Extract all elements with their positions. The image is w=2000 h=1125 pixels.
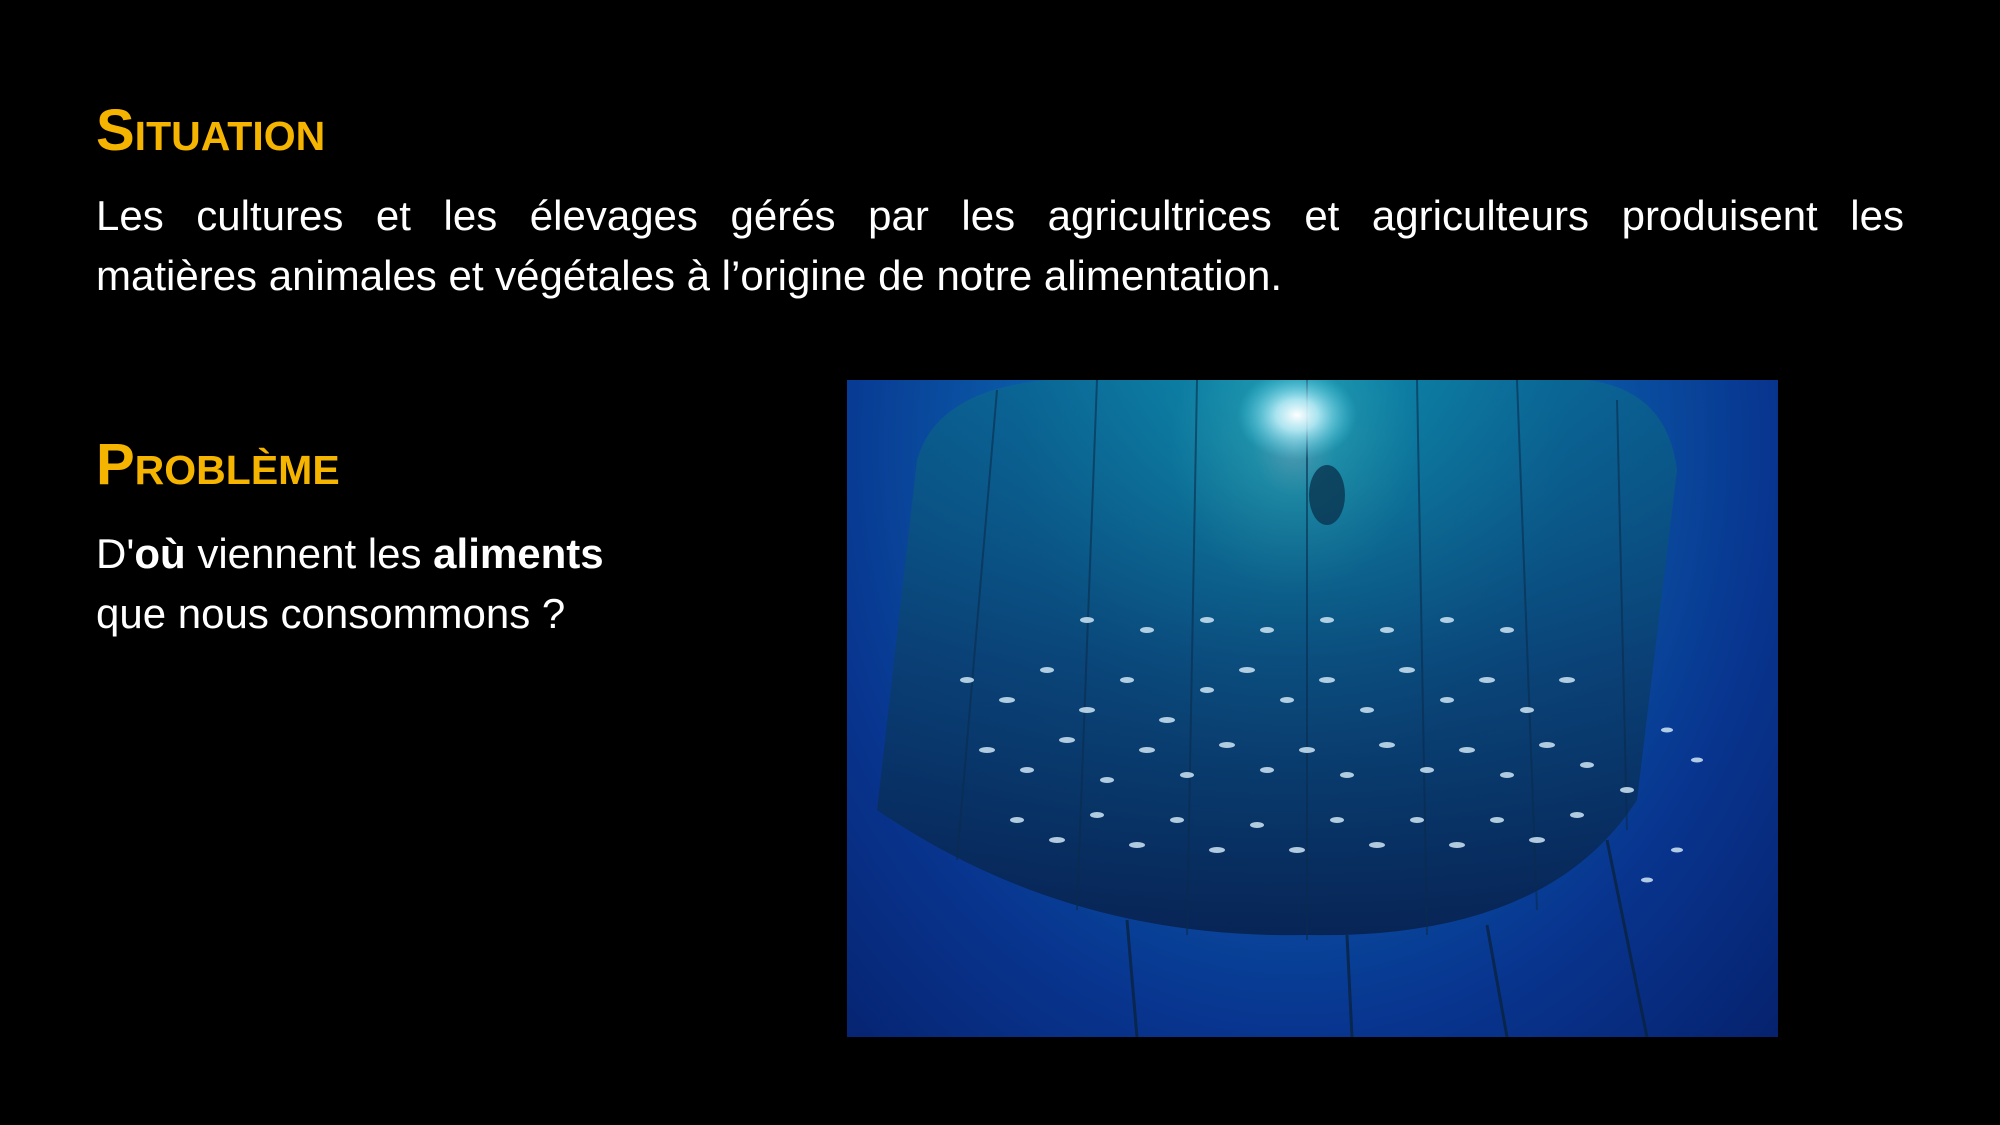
situation-paragraph: Les cultures et les élevages gérés par l… [96,186,1904,306]
problem-question: D'où viennent les aliments que nous cons… [96,524,796,644]
fish-farm-photo [847,380,1778,1037]
situation-heading: Situation [96,98,326,163]
situation-line-1: Les cultures et les élevages gérés par l… [96,192,1904,239]
question-part-1: D' [96,530,135,577]
slide: Situation Les cultures et les élevages g… [0,0,2000,1125]
question-part-2: viennent les [185,530,434,577]
question-bold-ou: où [134,530,186,577]
probleme-heading: Problème [96,432,340,497]
situation-line-2: matières animales et végétales à l’origi… [96,252,1282,299]
question-line-2: que nous consommons ? [96,590,566,637]
fish-farm-illustration [877,380,1703,1037]
question-bold-aliments: aliments [433,530,604,577]
